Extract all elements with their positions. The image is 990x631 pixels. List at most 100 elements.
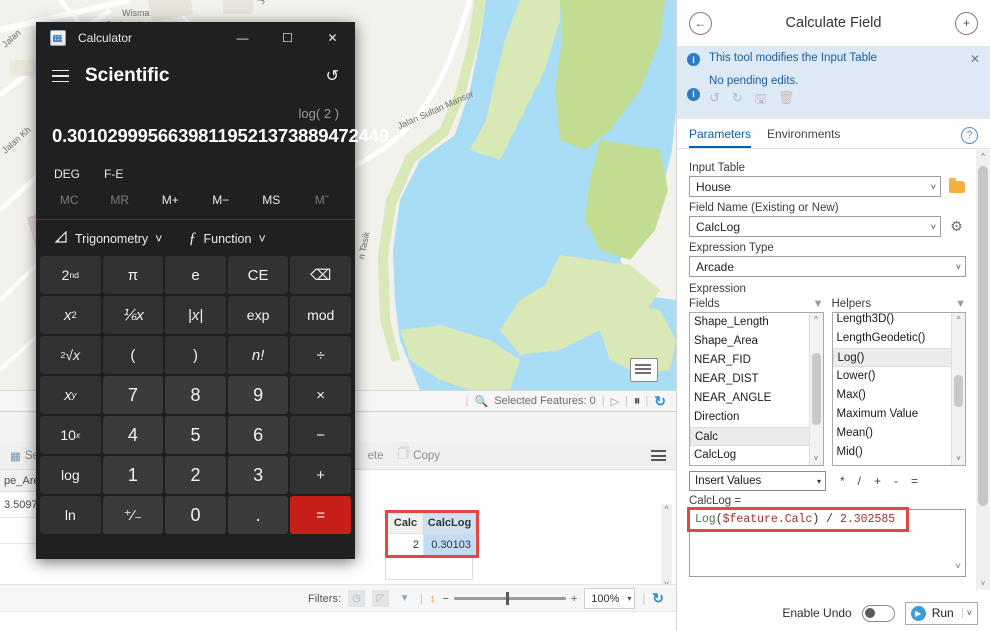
key-6[interactable]: 6 [227,416,289,454]
memory-subtract-button[interactable]: M− [196,193,247,207]
table-menu-icon[interactable] [651,450,666,461]
key-decimal[interactable]: . [227,496,289,534]
calculator-window[interactable]: Calculator — ☐ ✕ Scientific ↺ log( 2 ) 0… [36,22,389,559]
operator-equals[interactable]: = [911,474,918,488]
table-cell-calc[interactable]: 2 [388,533,424,555]
fields-scrollbar[interactable]: ^ ˅ [808,313,823,465]
key-7[interactable]: 7 [102,376,164,414]
scroll-up-icon[interactable]: ^ [661,504,672,515]
insert-values-combo[interactable]: Insert Values ▾ [689,471,826,491]
operator-multiply[interactable]: * [840,474,845,488]
delete-button[interactable]: ete [368,450,384,462]
save-edits-icon[interactable]: 🖫 [755,90,766,112]
list-item-selected[interactable]: Log() [832,348,965,367]
list-item[interactable]: NEAR_ANGLE [690,389,823,408]
grid-vertical-scrollbar[interactable]: ^ ˅ [661,504,672,590]
key-2[interactable]: 2 [165,456,226,494]
key-abs[interactable]: |x| [165,296,226,334]
close-icon[interactable]: ✕ [970,52,980,66]
operator-plus[interactable]: + [874,474,881,488]
key-ce[interactable]: CE [227,256,289,294]
key-equals[interactable]: = [290,496,351,534]
filter-icon[interactable]: ▼ [396,590,413,607]
close-button[interactable]: ✕ [310,22,355,54]
maximize-button[interactable]: ☐ [265,22,310,54]
clear-selection-icon[interactable]: ▷ [611,395,619,408]
list-item[interactable]: Mid() [833,443,966,462]
zoom-out-button[interactable]: − [442,593,448,605]
key-4[interactable]: 4 [102,416,164,454]
key-mod[interactable]: mod [290,296,351,334]
add-icon[interactable]: + [955,11,978,35]
key-square-root[interactable]: 2 √ x [40,336,101,374]
undo-icon[interactable]: ↺ [709,90,720,112]
memory-store-button[interactable]: MS [246,193,297,207]
column-header-calc[interactable]: Calc [388,513,424,533]
helpers-scrollbar[interactable]: ^ ˅ [951,313,965,465]
scroll-down-icon[interactable]: ˅ [976,577,990,590]
funnel-icon[interactable]: ▼ [955,298,966,310]
list-item[interactable]: Maximum Value [833,405,966,424]
key-subtract[interactable]: − [290,416,351,454]
key-open-paren[interactable]: ( [102,336,164,374]
input-table-combo[interactable]: House ˅ [689,176,941,197]
key-log[interactable]: log [40,456,101,494]
scroll-up-icon[interactable]: ^ [810,313,823,326]
minimize-button[interactable]: — [220,22,265,54]
funnel-icon[interactable]: ▼ [813,298,824,310]
key-ln[interactable]: ln [40,496,101,534]
key-ten-power-x[interactable]: 10 x [40,416,101,454]
deg-button[interactable]: DEG [54,167,80,181]
run-button[interactable]: ▶ Run ˅ [904,601,978,625]
trigonometry-button[interactable]: Trigonometry ˅ [54,230,162,247]
slider-track[interactable] [453,592,566,605]
zoom-level-combo[interactable]: 100% ▾ [584,588,636,609]
run-dropdown-icon[interactable]: ˅ [961,608,972,618]
calculator-titlebar[interactable]: Calculator — ☐ ✕ [36,22,355,54]
panel-scrollbar[interactable]: ^ ˅ [976,150,990,590]
key-backspace[interactable]: ⌫ [290,256,351,294]
list-item[interactable]: Max() [833,386,966,405]
time-filter-icon[interactable]: ◷ [348,590,366,607]
key-add[interactable]: + [290,456,351,494]
browse-button[interactable] [947,177,966,196]
hamburger-menu-icon[interactable] [52,69,69,83]
column-header-calclog[interactable]: CalcLog [424,513,476,533]
key-divide[interactable]: ÷ [290,336,351,374]
scroll-up-icon[interactable]: ^ [976,150,990,163]
enable-undo-toggle[interactable] [861,604,895,622]
scrollbar-thumb[interactable] [811,353,821,425]
tab-parameters[interactable]: Parameters [689,127,752,148]
list-item[interactable]: Length3D() [833,313,966,329]
scroll-up-icon[interactable]: ^ [952,313,965,326]
slider-thumb[interactable] [505,592,509,605]
list-item[interactable]: NEAR_FID [690,351,823,370]
key-plus-minus[interactable]: ⁺⁄₋ [102,496,164,534]
memory-list-button[interactable]: Mˇ [297,193,348,207]
key-5[interactable]: 5 [165,416,226,454]
scroll-down-icon[interactable]: ˅ [952,452,965,465]
copy-button[interactable]: 🗍 Copy [398,446,440,465]
key-1[interactable]: 1 [102,456,164,494]
list-item[interactable]: Shape_Length [690,313,823,332]
helpers-listbox[interactable]: Length3D() LengthGeodetic() Log() Lower(… [831,312,966,466]
field-settings-button[interactable]: ⚙ [947,217,966,236]
list-item[interactable]: CalcLog [690,446,823,465]
back-arrow-icon[interactable]: ← [689,11,712,35]
range-filter-icon[interactable]: ◸ [372,590,390,607]
operator-minus[interactable]: - [894,474,898,488]
zoom-slider[interactable]: − + [442,592,577,605]
expression-type-combo[interactable]: Arcade ˅ [689,256,966,277]
key-reciprocal[interactable]: ⅙x [102,296,164,334]
discard-edits-icon[interactable]: 🗑 [778,90,795,112]
memory-add-button[interactable]: M+ [145,193,196,207]
fields-listbox[interactable]: Shape_Length Shape_Area NEAR_FID NEAR_DI… [689,312,824,466]
key-3[interactable]: 3 [227,456,289,494]
key-e[interactable]: e [165,256,226,294]
key-x-power-y[interactable]: xy [40,376,101,414]
list-item-selected[interactable]: Calc [690,427,823,446]
function-button[interactable]: ƒ Function ˅ [188,230,265,248]
key-0[interactable]: 0 [165,496,226,534]
help-icon[interactable]: ? [961,127,978,144]
key-close-paren[interactable]: ) [165,336,226,374]
